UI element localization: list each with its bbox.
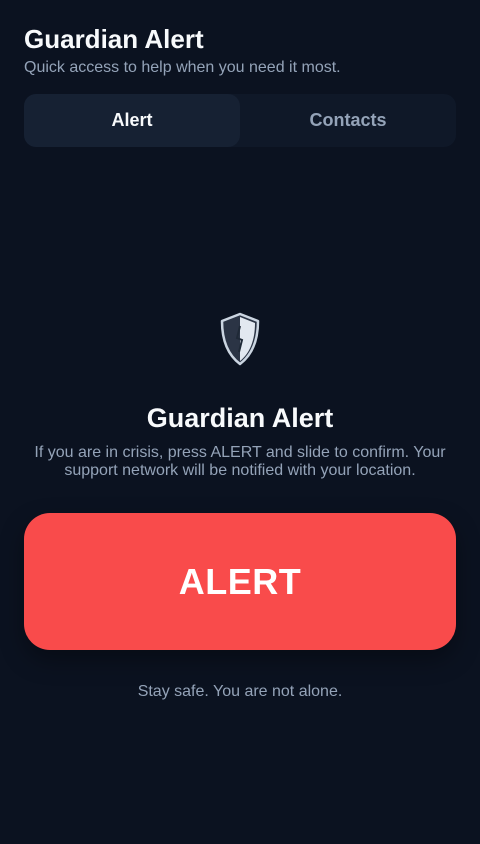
tab-alert[interactable]: Alert	[24, 94, 240, 147]
shield-icon	[220, 312, 260, 366]
app-root: Guardian Alert Quick access to help when…	[0, 0, 480, 844]
app-subtitle: Quick access to help when you need it mo…	[24, 59, 341, 76]
main-title: Guardian Alert	[146, 403, 334, 433]
main-description: If you are in crisis, press ALERT and sl…	[34, 444, 446, 479]
app-title: Guardian Alert	[24, 24, 204, 54]
footer-note: Stay safe. You are not alone.	[137, 683, 343, 700]
tab-contacts[interactable]: Contacts	[240, 94, 456, 147]
alert-button[interactable]: ALERT	[24, 513, 456, 650]
header: Guardian Alert Quick access to help when…	[24, 24, 456, 78]
tab-bar: Alert Contacts	[24, 94, 456, 147]
